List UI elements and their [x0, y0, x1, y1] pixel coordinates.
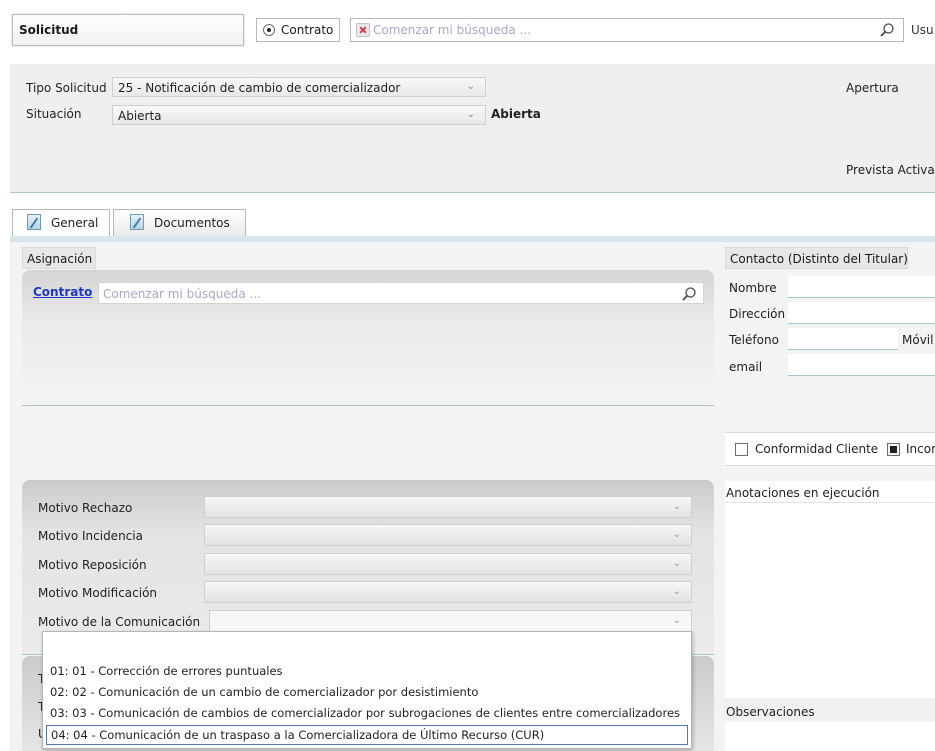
incor-checkbox[interactable]: [887, 443, 900, 456]
chevron-down-icon: ⌄: [672, 558, 681, 569]
user-label: Usu: [911, 23, 934, 37]
search-icon[interactable]: [879, 22, 895, 38]
prevista-activacion-label: Prevista Activac: [846, 163, 935, 177]
top-search-input[interactable]: Comenzar mi búsqueda ...: [350, 18, 904, 42]
anotaciones-textarea[interactable]: [725, 502, 935, 698]
tipo-solicitud-select[interactable]: 25 - Notificación de cambio de comercial…: [112, 77, 486, 97]
observaciones-textarea[interactable]: [725, 722, 935, 751]
conformidad-cliente-checkbox[interactable]: [735, 443, 748, 456]
contrato-radio-option[interactable]: Contrato: [256, 18, 340, 42]
motivo-reposicion-label: Motivo Reposición: [38, 558, 147, 572]
motivo-comunicacion-select[interactable]: ⌄: [209, 610, 692, 632]
chevron-down-icon: ⌄: [672, 529, 681, 540]
page-title-box: Solicitud: [12, 14, 244, 46]
motivo-comunicacion-label: Motivo de la Comunicación: [38, 615, 201, 629]
chevron-down-icon: ⌄: [466, 109, 475, 120]
edit-document-icon: [130, 214, 144, 230]
telefono-label: Teléfono: [729, 333, 779, 347]
chevron-down-icon: ⌄: [672, 501, 681, 512]
chevron-down-icon: ⌄: [672, 586, 681, 597]
nombre-label: Nombre: [729, 281, 777, 295]
clear-search-icon[interactable]: [356, 23, 370, 37]
page-title: Solicitud: [19, 23, 79, 37]
top-search-placeholder: Comenzar mi búsqueda ...: [373, 23, 531, 37]
asignacion-search-placeholder: Comenzar mi búsqueda ...: [103, 287, 261, 301]
nombre-input[interactable]: [788, 276, 935, 298]
dropdown-option[interactable]: 01: 01 - Corrección de errores puntuales: [46, 662, 688, 682]
situacion-label: Situación: [26, 107, 82, 121]
asignacion-header: Asignación: [22, 247, 96, 269]
tipo-solicitud-label: Tipo Solicitud: [26, 81, 107, 95]
chevron-down-icon: ⌄: [672, 615, 681, 626]
conformidad-row: Conformidad Cliente Incor: [725, 432, 935, 466]
radio-selected-icon[interactable]: [263, 24, 275, 36]
tipo-solicitud-value: 25 - Notificación de cambio de comercial…: [118, 81, 401, 95]
tab-documentos-label: Documentos: [154, 216, 230, 230]
situacion-value: Abierta: [118, 109, 162, 123]
contrato-radio-label: Contrato: [281, 23, 334, 37]
dropdown-option[interactable]: 02: 02 - Comunicación de un cambio de co…: [46, 683, 688, 703]
contacto-header: Contacto (Distinto del Titular): [725, 247, 908, 269]
telefono-input[interactable]: [788, 328, 898, 350]
motivo-modificacion-select[interactable]: ⌄: [204, 581, 692, 603]
direccion-input[interactable]: [788, 302, 935, 324]
motivo-comunicacion-dropdown[interactable]: 01: 01 - Corrección de errores puntuales…: [42, 631, 692, 749]
motivo-modificacion-label: Motivo Modificación: [38, 586, 158, 600]
incor-label: Incor: [906, 442, 935, 456]
tab-general-label: General: [51, 216, 99, 230]
search-icon[interactable]: [681, 286, 697, 302]
motivo-rechazo-label: Motivo Rechazo: [38, 501, 133, 515]
chevron-down-icon: ⌄: [466, 81, 475, 92]
apertura-label: Apertura: [846, 81, 899, 95]
situacion-select[interactable]: Abierta ⌄: [112, 105, 486, 125]
anotaciones-label: Anotaciones en ejecución: [726, 486, 880, 500]
direccion-label: Dirección: [729, 307, 786, 321]
motivo-incidencia-select[interactable]: ⌄: [204, 524, 692, 546]
motivo-reposicion-select[interactable]: ⌄: [204, 553, 692, 575]
email-input[interactable]: [788, 354, 935, 376]
tab-general[interactable]: General: [12, 209, 110, 237]
movil-label: Móvil: [902, 333, 934, 347]
contacto-header-label: Contacto (Distinto del Titular): [730, 252, 908, 266]
motivo-rechazo-select[interactable]: ⌄: [204, 496, 692, 518]
email-label: email: [729, 360, 763, 374]
edit-document-icon: [27, 214, 41, 230]
tab-documentos[interactable]: Documentos: [113, 209, 246, 237]
observaciones-label: Observaciones: [726, 705, 815, 719]
asignacion-header-label: Asignación: [27, 252, 93, 266]
motivo-incidencia-label: Motivo Incidencia: [38, 529, 143, 543]
dropdown-option-selected[interactable]: 04: 04 - Comunicación de un traspaso a l…: [46, 725, 688, 745]
conformidad-cliente-label: Conformidad Cliente: [755, 442, 879, 456]
contrato-link[interactable]: Contrato: [33, 285, 92, 299]
asignacion-search-input[interactable]: Comenzar mi búsqueda ...: [98, 282, 704, 304]
situacion-status: Abierta: [491, 107, 541, 121]
dropdown-option[interactable]: 03: 03 - Comunicación de cambios de come…: [46, 704, 688, 724]
